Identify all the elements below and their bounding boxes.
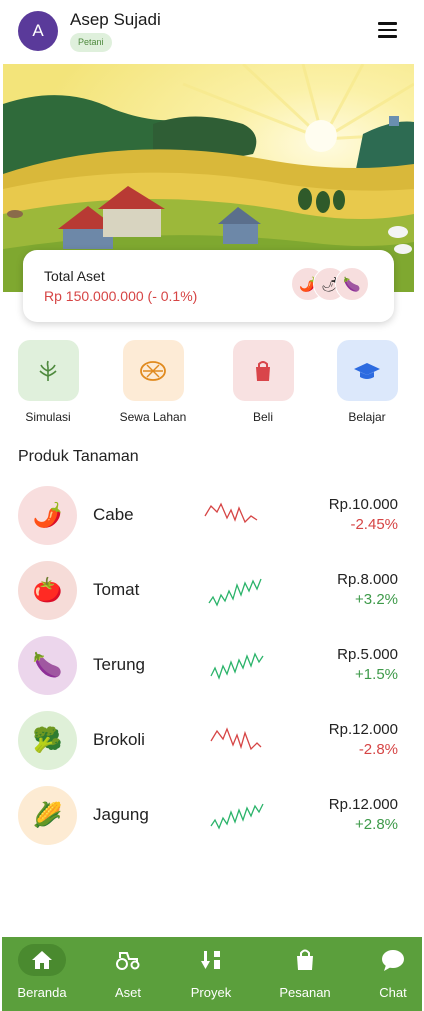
sparkline-chart bbox=[210, 803, 264, 830]
shopping-bag-icon bbox=[281, 944, 329, 976]
quick-actions: Simulasi Sewa Lahan Beli Belajar bbox=[0, 340, 424, 430]
nav-aset[interactable]: Aset bbox=[93, 937, 163, 1011]
eggplant-icon: 🍆 bbox=[335, 267, 369, 301]
sparkline-chart bbox=[210, 727, 262, 751]
action-label: Simulasi bbox=[25, 410, 71, 424]
nav-label: Aset bbox=[114, 985, 141, 1000]
action-simulasi[interactable]: Simulasi bbox=[8, 340, 88, 424]
product-row-terung[interactable]: 🍆 Terung Rp.5.000 +1.5% bbox=[0, 636, 424, 698]
nav-proyek[interactable]: Proyek bbox=[176, 937, 246, 1011]
product-price: Rp.8.000 bbox=[337, 571, 398, 588]
sprout-icon bbox=[17, 340, 79, 401]
action-beli[interactable]: Beli bbox=[223, 340, 303, 424]
product-change: +2.8% bbox=[355, 816, 398, 833]
product-row-jagung[interactable]: 🌽 Jagung Rp.12.000 +2.8% bbox=[0, 786, 424, 848]
product-row-cabe[interactable]: 🌶️ Cabe Rp.10.000 -2.45% bbox=[0, 486, 424, 548]
action-sewa-lahan[interactable]: Sewa Lahan bbox=[113, 340, 193, 424]
section-title: Produk Tanaman bbox=[18, 448, 139, 465]
product-name: Cabe bbox=[93, 505, 134, 524]
product-name: Terung bbox=[93, 655, 145, 674]
product-change: +1.5% bbox=[355, 666, 398, 683]
product-price: Rp.12.000 bbox=[328, 796, 398, 813]
product-name: Jagung bbox=[93, 805, 149, 824]
sparkline-chart bbox=[210, 652, 264, 680]
corn-icon: 🌽 bbox=[18, 786, 77, 845]
asset-label: Total Aset bbox=[44, 268, 105, 284]
tractor-icon bbox=[104, 944, 152, 976]
action-belajar[interactable]: Belajar bbox=[327, 340, 407, 424]
hamburger-menu-icon[interactable] bbox=[378, 22, 400, 40]
role-badge: Petani bbox=[70, 33, 112, 52]
sparkline-chart bbox=[204, 502, 258, 524]
avatar[interactable]: A bbox=[18, 11, 58, 51]
chat-bubble-icon bbox=[369, 944, 417, 976]
graduation-cap-icon bbox=[336, 340, 398, 401]
sort-icon bbox=[187, 944, 235, 976]
nav-label: Beranda bbox=[17, 985, 67, 1000]
tomato-icon: 🍅 bbox=[18, 561, 77, 620]
asset-crop-icons: 🌶️ 🌶 🍆 bbox=[291, 267, 371, 303]
land-grid-icon bbox=[122, 340, 184, 401]
product-row-tomat[interactable]: 🍅 Tomat Rp.8.000 +3.2% bbox=[0, 561, 424, 623]
nav-beranda[interactable]: Beranda bbox=[7, 937, 77, 1011]
chili-icon: 🌶️ bbox=[18, 486, 77, 545]
nav-pesanan[interactable]: Pesanan bbox=[270, 937, 340, 1011]
app-header: A Asep Sujadi Petani bbox=[0, 0, 424, 62]
product-change: -2.45% bbox=[350, 516, 398, 533]
bottom-navigation: Beranda Aset Proyek Pesanan Chat bbox=[2, 937, 422, 1011]
nav-label: Pesanan bbox=[279, 985, 331, 1000]
product-name: Tomat bbox=[93, 580, 140, 599]
nav-chat[interactable]: Chat bbox=[358, 937, 424, 1011]
asset-value: Rp 150.000.000 (- 0.1%) bbox=[44, 288, 198, 304]
eggplant-icon: 🍆 bbox=[18, 636, 77, 695]
product-change: -2.8% bbox=[358, 741, 398, 758]
user-name: Asep Sujadi bbox=[70, 10, 161, 29]
sparkline-chart bbox=[208, 578, 262, 607]
action-label: Belajar bbox=[348, 410, 386, 424]
nav-label: Chat bbox=[379, 985, 407, 1000]
action-label: Beli bbox=[252, 410, 273, 424]
product-price: Rp.12.000 bbox=[328, 721, 398, 738]
total-asset-card[interactable]: Total Aset Rp 150.000.000 (- 0.1%) 🌶️ 🌶 … bbox=[23, 250, 394, 322]
product-price: Rp.10.000 bbox=[328, 496, 398, 513]
product-name: Brokoli bbox=[93, 730, 145, 749]
shopping-bag-icon bbox=[232, 340, 294, 401]
nav-label: Proyek bbox=[190, 985, 232, 1000]
action-label: Sewa Lahan bbox=[119, 410, 187, 424]
product-change: +3.2% bbox=[355, 591, 398, 608]
product-price: Rp.5.000 bbox=[337, 646, 398, 663]
home-icon bbox=[18, 944, 66, 976]
broccoli-icon: 🥦 bbox=[18, 711, 77, 770]
product-row-brokoli[interactable]: 🥦 Brokoli Rp.12.000 -2.8% bbox=[0, 711, 424, 773]
